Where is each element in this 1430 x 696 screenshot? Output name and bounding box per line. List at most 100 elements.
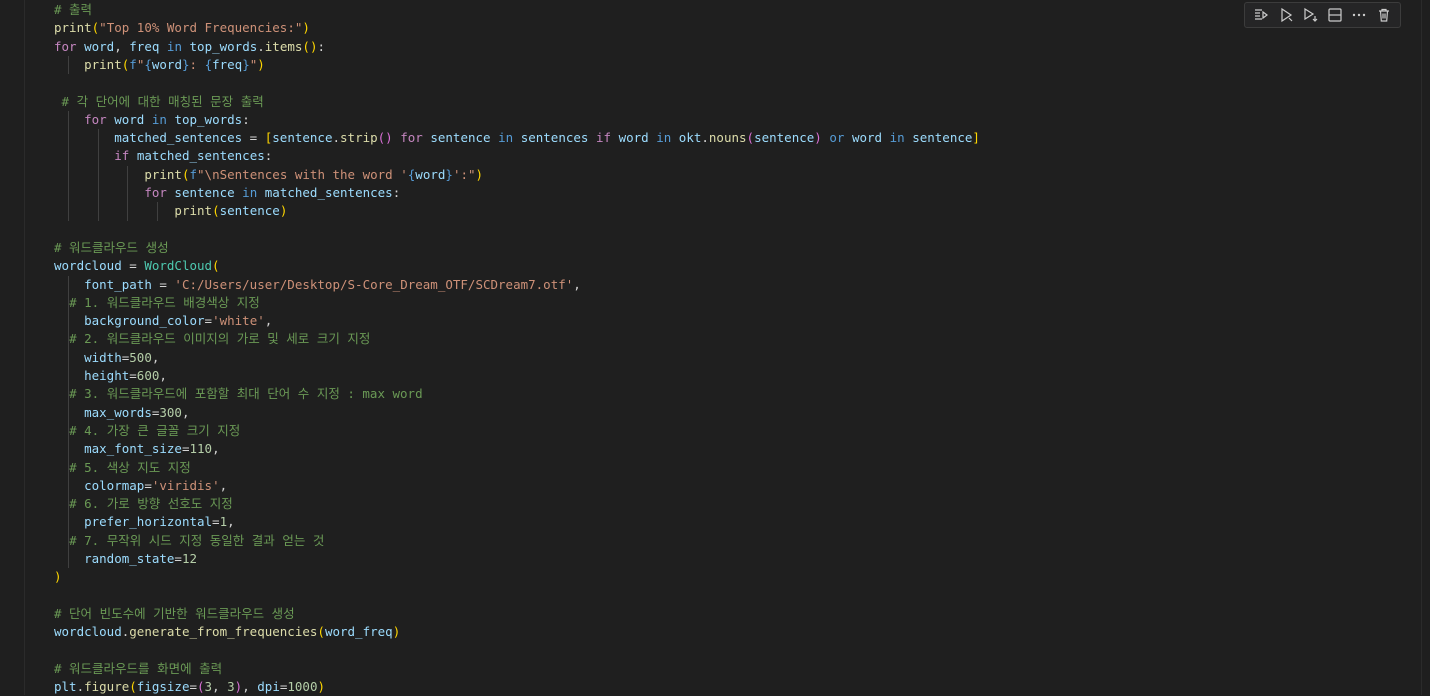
code-token: 300 — [159, 404, 182, 420]
code-line[interactable]: ) — [54, 568, 62, 586]
code-token: : — [189, 56, 205, 72]
code-token: word — [415, 166, 446, 182]
code-token: word — [851, 130, 883, 146]
code-token: . — [257, 38, 265, 54]
code-token: font_path — [84, 276, 152, 292]
code-line[interactable]: max_font_size=110, — [54, 440, 220, 458]
code-line[interactable]: print(f"{word}: {freq}") — [54, 56, 265, 74]
code-token: # 1. 워드클라우드 배경색상 지정 — [69, 294, 260, 310]
code-line[interactable]: # 출력 — [54, 1, 92, 19]
code-token: , — [573, 276, 581, 292]
code-line[interactable]: font_path = 'C:/Users/user/Desktop/S-Cor… — [54, 276, 581, 294]
notebook-code-cell[interactable]: # 출력 print("Top 10% Word Frequencies:") fo… — [0, 0, 1430, 695]
code-token: = — [121, 258, 145, 274]
code-token: nouns — [708, 130, 747, 146]
code-line[interactable]: # 7. 무작위 시드 지정 동일한 결과 얻는 것 — [54, 532, 324, 550]
code-token: print — [174, 203, 213, 219]
code-line[interactable]: # 5. 색상 지도 지정 — [54, 459, 191, 477]
code-line[interactable]: if matched_sentences: — [54, 147, 272, 165]
delete-cell-button[interactable] — [1373, 4, 1395, 26]
code-token: matched_sentences — [264, 185, 393, 200]
cell-right-border — [1421, 0, 1422, 695]
code-token: . — [332, 130, 341, 146]
code-token: ] — [972, 130, 980, 146]
code-line[interactable]: for sentence in matched_sentences: — [54, 184, 400, 202]
code-line[interactable]: # 1. 워드클라우드 배경색상 지정 — [54, 294, 260, 312]
code-line[interactable]: print("Top 10% Word Frequencies:") — [54, 19, 310, 37]
code-token: = — [174, 551, 182, 566]
code-token: # 7. 무작위 시드 지정 동일한 결과 얻는 것 — [69, 532, 325, 548]
code-line[interactable]: print(sentence) — [54, 202, 287, 220]
code-line[interactable]: # 2. 워드클라우드 이미지의 가로 및 세로 크기 지정 — [54, 330, 370, 348]
code-token: 1000 — [287, 679, 318, 695]
code-token: in — [889, 130, 905, 146]
code-line[interactable]: # 각 단어에 대한 매칭된 문장 출력 — [54, 93, 264, 111]
code-line[interactable]: width=500, — [54, 349, 159, 367]
more-actions-button[interactable] — [1348, 4, 1370, 26]
code-token: 'C:/Users/user/Desktop/S-Core_Dream_OTF/… — [174, 276, 574, 292]
code-token: ( — [129, 679, 137, 695]
run-cell-button[interactable] — [1275, 4, 1297, 26]
code-token: in — [242, 185, 258, 200]
code-token: top_words — [174, 111, 243, 127]
code-line[interactable]: for word in top_words: — [54, 111, 250, 129]
code-line[interactable]: # 6. 가로 방향 선호도 지정 — [54, 495, 233, 513]
code-token: # 2. 워드클라우드 이미지의 가로 및 세로 크기 지정 — [69, 331, 371, 347]
code-line[interactable]: print(f"\nSentences with the word '{word… — [54, 166, 483, 184]
code-line[interactable]: for word, freq in top_words.items(): — [54, 38, 325, 56]
code-token: : — [392, 185, 401, 200]
code-token: ':" — [452, 166, 476, 182]
code-token: 3 — [204, 679, 213, 695]
code-line[interactable]: height=600, — [54, 367, 167, 385]
run-below-button[interactable] — [1299, 4, 1321, 26]
code-token: sentence — [912, 130, 973, 146]
code-token: okt — [678, 130, 702, 146]
code-token: , — [219, 477, 228, 493]
code-token: freq — [212, 56, 243, 72]
execute-above-cells-button[interactable] — [1250, 4, 1272, 26]
code-token: = — [204, 313, 213, 329]
code-line[interactable]: # 워드클라우드 생성 — [54, 239, 169, 257]
code-token: for — [144, 185, 167, 200]
code-token: ( — [746, 130, 755, 146]
code-line[interactable]: wordcloud.generate_from_frequencies(word… — [54, 623, 400, 641]
code-token: ) — [302, 20, 310, 36]
code-line[interactable]: prefer_horizontal=1, — [54, 513, 235, 531]
code-line[interactable]: # 3. 워드클라우드에 포함할 최대 단어 수 지정 : max word — [54, 385, 423, 403]
code-line[interactable]: # 단어 빈도수에 기반한 워드클라우드 생성 — [54, 605, 295, 623]
code-token: for — [54, 38, 77, 54]
code-token: ) — [475, 166, 484, 182]
code-token: print — [144, 166, 182, 182]
code-token: if — [595, 130, 612, 146]
code-line[interactable]: # 워드클라우드를 화면에 출력 — [54, 660, 222, 678]
code-line[interactable]: wordcloud = WordCloud( — [54, 257, 220, 275]
code-line[interactable]: max_words=300, — [54, 404, 189, 422]
code-token: items — [264, 38, 303, 54]
code-token: prefer_horizontal — [84, 514, 213, 530]
code-line[interactable]: matched_sentences = [sentence.strip() fo… — [54, 129, 980, 147]
code-token: () — [377, 130, 393, 146]
code-line[interactable]: random_state=12 — [54, 550, 197, 568]
code-token: , — [212, 441, 220, 457]
code-token: height — [84, 368, 130, 383]
code-token: wordcloud — [54, 624, 122, 640]
code-token: word — [84, 38, 115, 54]
code-token: ( — [197, 679, 205, 695]
code-line[interactable]: plt.figure(figsize=(3, 3), dpi=1000) — [54, 678, 325, 696]
code-line[interactable]: # 4. 가장 큰 글꼴 크기 지정 — [54, 422, 240, 440]
split-cell-button[interactable] — [1324, 4, 1346, 26]
code-line[interactable]: background_color='white', — [54, 312, 272, 330]
code-token: Sentences with the word ' — [219, 166, 408, 182]
code-line[interactable]: colormap='viridis', — [54, 477, 227, 495]
